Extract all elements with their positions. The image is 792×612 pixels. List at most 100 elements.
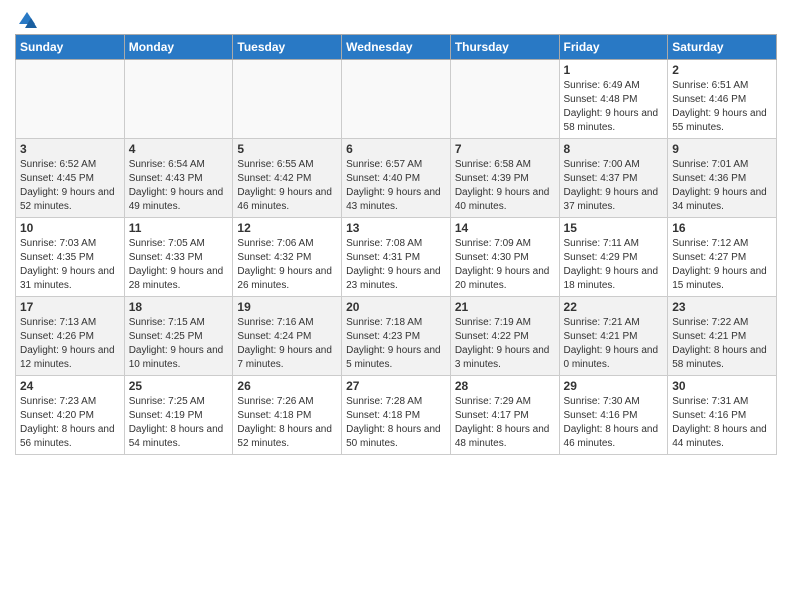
day-number: 19	[237, 300, 337, 314]
day-number: 21	[455, 300, 555, 314]
day-number: 13	[346, 221, 446, 235]
calendar-cell: 4 Sunrise: 6:54 AM Sunset: 4:43 PM Daylig…	[124, 139, 233, 218]
calendar-cell: 9 Sunrise: 7:01 AM Sunset: 4:36 PM Daylig…	[668, 139, 777, 218]
day-info: Sunrise: 7:08 AM Sunset: 4:31 PM Dayligh…	[346, 237, 446, 293]
calendar-week-row: 1 Sunrise: 6:49 AM Sunset: 4:48 PM Daylig…	[16, 60, 777, 139]
day-number: 12	[237, 221, 337, 235]
day-info: Sunrise: 7:15 AM Sunset: 4:25 PM Dayligh…	[129, 316, 229, 372]
calendar-cell: 17 Sunrise: 7:13 AM Sunset: 4:26 PM Dayli…	[16, 297, 125, 376]
calendar-body: 1 Sunrise: 6:49 AM Sunset: 4:48 PM Daylig…	[16, 60, 777, 455]
weekday-header: Monday	[124, 35, 233, 60]
weekday-header: Thursday	[450, 35, 559, 60]
day-number: 10	[20, 221, 120, 235]
day-info: Sunrise: 7:03 AM Sunset: 4:35 PM Dayligh…	[20, 237, 120, 293]
day-number: 17	[20, 300, 120, 314]
day-number: 14	[455, 221, 555, 235]
day-info: Sunrise: 7:21 AM Sunset: 4:21 PM Dayligh…	[564, 316, 664, 372]
day-number: 24	[20, 379, 120, 393]
day-info: Sunrise: 7:11 AM Sunset: 4:29 PM Dayligh…	[564, 237, 664, 293]
weekday-header: Wednesday	[342, 35, 451, 60]
day-info: Sunrise: 7:31 AM Sunset: 4:16 PM Dayligh…	[672, 395, 772, 451]
logo-area	[15, 10, 37, 26]
day-number: 2	[672, 63, 772, 77]
day-info: Sunrise: 7:16 AM Sunset: 4:24 PM Dayligh…	[237, 316, 337, 372]
calendar-cell	[16, 60, 125, 139]
calendar-cell: 3Sunrise: 6:52 AM Sunset: 4:45 PM Daylig…	[16, 139, 125, 218]
day-info: Sunrise: 6:58 AM Sunset: 4:39 PM Dayligh…	[455, 158, 555, 214]
day-number: 5	[237, 142, 337, 156]
logo	[15, 10, 37, 30]
weekday-header: Friday	[559, 35, 668, 60]
day-number: 18	[129, 300, 229, 314]
calendar-cell: 2 Sunrise: 6:51 AM Sunset: 4:46 PM Daylig…	[668, 60, 777, 139]
calendar-cell: 21 Sunrise: 7:19 AM Sunset: 4:22 PM Dayli…	[450, 297, 559, 376]
day-info: Sunrise: 7:12 AM Sunset: 4:27 PM Dayligh…	[672, 237, 772, 293]
logo-icon	[17, 10, 37, 30]
day-number: 16	[672, 221, 772, 235]
day-info: Sunrise: 7:23 AM Sunset: 4:20 PM Dayligh…	[20, 395, 120, 451]
calendar-cell	[450, 60, 559, 139]
day-info: Sunrise: 7:25 AM Sunset: 4:19 PM Dayligh…	[129, 395, 229, 451]
day-info: Sunrise: 7:29 AM Sunset: 4:17 PM Dayligh…	[455, 395, 555, 451]
day-info: Sunrise: 6:51 AM Sunset: 4:46 PM Dayligh…	[672, 79, 772, 135]
weekday-row: SundayMondayTuesdayWednesdayThursdayFrid…	[16, 35, 777, 60]
day-number: 7	[455, 142, 555, 156]
calendar-cell: 16 Sunrise: 7:12 AM Sunset: 4:27 PM Dayli…	[668, 218, 777, 297]
header	[15, 10, 777, 26]
day-number: 28	[455, 379, 555, 393]
calendar-cell: 10 Sunrise: 7:03 AM Sunset: 4:35 PM Dayli…	[16, 218, 125, 297]
day-info: Sunrise: 7:28 AM Sunset: 4:18 PM Dayligh…	[346, 395, 446, 451]
day-info: Sunrise: 7:22 AM Sunset: 4:21 PM Dayligh…	[672, 316, 772, 372]
weekday-header: Tuesday	[233, 35, 342, 60]
calendar-week-row: 24 Sunrise: 7:23 AM Sunset: 4:20 PM Dayli…	[16, 376, 777, 455]
calendar-cell	[233, 60, 342, 139]
day-info: Sunrise: 7:06 AM Sunset: 4:32 PM Dayligh…	[237, 237, 337, 293]
weekday-header: Sunday	[16, 35, 125, 60]
day-number: 9	[672, 142, 772, 156]
day-info: Sunrise: 7:30 AM Sunset: 4:16 PM Dayligh…	[564, 395, 664, 451]
day-info: Sunrise: 7:13 AM Sunset: 4:26 PM Dayligh…	[20, 316, 120, 372]
day-info: Sunrise: 7:01 AM Sunset: 4:36 PM Dayligh…	[672, 158, 772, 214]
day-number: 30	[672, 379, 772, 393]
day-number: 23	[672, 300, 772, 314]
calendar-cell: 8 Sunrise: 7:00 AM Sunset: 4:37 PM Daylig…	[559, 139, 668, 218]
day-info: Sunrise: 6:52 AM Sunset: 4:45 PM Dayligh…	[20, 158, 120, 214]
calendar-cell: 29Sunrise: 7:30 AM Sunset: 4:16 PM Dayli…	[559, 376, 668, 455]
calendar-cell: 1 Sunrise: 6:49 AM Sunset: 4:48 PM Daylig…	[559, 60, 668, 139]
calendar-cell: 14 Sunrise: 7:09 AM Sunset: 4:30 PM Dayli…	[450, 218, 559, 297]
calendar-cell: 28 Sunrise: 7:29 AM Sunset: 4:17 PM Dayli…	[450, 376, 559, 455]
calendar-cell: 20 Sunrise: 7:18 AM Sunset: 4:23 PM Dayli…	[342, 297, 451, 376]
day-info: Sunrise: 7:00 AM Sunset: 4:37 PM Dayligh…	[564, 158, 664, 214]
calendar-cell: 7 Sunrise: 6:58 AM Sunset: 4:39 PM Daylig…	[450, 139, 559, 218]
calendar-week-row: 3Sunrise: 6:52 AM Sunset: 4:45 PM Daylig…	[16, 139, 777, 218]
day-info: Sunrise: 6:49 AM Sunset: 4:48 PM Dayligh…	[564, 79, 664, 135]
day-info: Sunrise: 7:19 AM Sunset: 4:22 PM Dayligh…	[455, 316, 555, 372]
day-info: Sunrise: 7:09 AM Sunset: 4:30 PM Dayligh…	[455, 237, 555, 293]
calendar-cell: 26Sunrise: 7:26 AM Sunset: 4:18 PM Dayli…	[233, 376, 342, 455]
day-number: 1	[564, 63, 664, 77]
calendar-cell: 6Sunrise: 6:57 AM Sunset: 4:40 PM Daylig…	[342, 139, 451, 218]
calendar-cell: 23 Sunrise: 7:22 AM Sunset: 4:21 PM Dayli…	[668, 297, 777, 376]
calendar-cell: 27Sunrise: 7:28 AM Sunset: 4:18 PM Dayli…	[342, 376, 451, 455]
page: SundayMondayTuesdayWednesdayThursdayFrid…	[0, 0, 792, 465]
calendar-week-row: 10 Sunrise: 7:03 AM Sunset: 4:35 PM Dayli…	[16, 218, 777, 297]
calendar: SundayMondayTuesdayWednesdayThursdayFrid…	[15, 34, 777, 455]
day-number: 11	[129, 221, 229, 235]
day-number: 15	[564, 221, 664, 235]
day-info: Sunrise: 6:54 AM Sunset: 4:43 PM Dayligh…	[129, 158, 229, 214]
day-number: 20	[346, 300, 446, 314]
day-number: 8	[564, 142, 664, 156]
day-number: 26	[237, 379, 337, 393]
day-number: 25	[129, 379, 229, 393]
calendar-header: SundayMondayTuesdayWednesdayThursdayFrid…	[16, 35, 777, 60]
calendar-cell	[342, 60, 451, 139]
calendar-cell: 22Sunrise: 7:21 AM Sunset: 4:21 PM Dayli…	[559, 297, 668, 376]
calendar-cell: 25 Sunrise: 7:25 AM Sunset: 4:19 PM Dayli…	[124, 376, 233, 455]
calendar-cell: 15 Sunrise: 7:11 AM Sunset: 4:29 PM Dayli…	[559, 218, 668, 297]
day-number: 4	[129, 142, 229, 156]
day-info: Sunrise: 6:57 AM Sunset: 4:40 PM Dayligh…	[346, 158, 446, 214]
day-info: Sunrise: 6:55 AM Sunset: 4:42 PM Dayligh…	[237, 158, 337, 214]
day-info: Sunrise: 7:18 AM Sunset: 4:23 PM Dayligh…	[346, 316, 446, 372]
calendar-cell: 5 Sunrise: 6:55 AM Sunset: 4:42 PM Daylig…	[233, 139, 342, 218]
weekday-header: Saturday	[668, 35, 777, 60]
